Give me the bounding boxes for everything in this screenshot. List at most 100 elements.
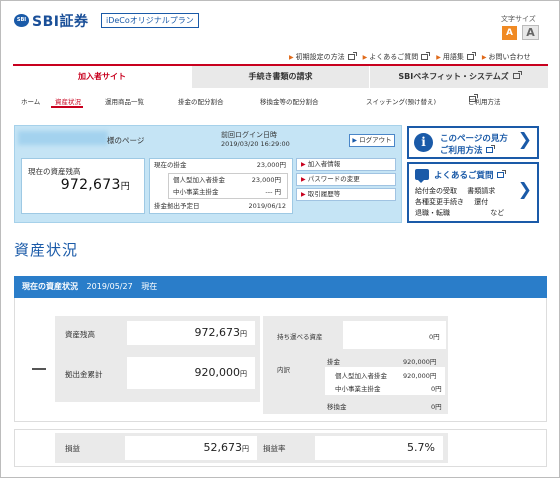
caret-right-icon: ▶ (436, 53, 441, 61)
personal-value: 920,000円 (403, 372, 437, 380)
asset-status-area: 資産残高 972,673円 拠出金累計 920,000円 持ち運べる資産 0円 … (14, 298, 547, 422)
member-info-link[interactable]: ▶ 加入者情報 (296, 158, 396, 171)
faq-line: 退職・転職 など (415, 208, 504, 218)
tab-sbi-benefit[interactable]: SBIベネフィット・システムズ (369, 66, 548, 88)
personal-label: 個人型加入者掛金 (335, 372, 387, 380)
sbi-logo[interactable]: SBI証券 (32, 11, 88, 31)
kakekin-value: 920,000円 (403, 358, 437, 366)
portable-label: 持ち運べる資産 (277, 333, 323, 341)
font-size-large-button[interactable]: A (522, 25, 539, 40)
faq-item: 各種変更手続き (415, 198, 464, 206)
last-login-value: 2019/03/20 16:29:00 (221, 140, 290, 148)
section-header: 現在の資産状況 2019/05/27 現在 (14, 276, 547, 298)
gain-value: 52,673円 (125, 436, 257, 460)
speech-bubble-icon (415, 169, 429, 183)
util-link-label: 初期設定の方法 (295, 53, 345, 61)
faq-line: 各種変更手続き 還付 (415, 197, 488, 207)
logout-button[interactable]: ▶ ログアウト (349, 134, 395, 147)
asset-breakdown-table: 持ち運べる資産 0円 内訳 掛金 920,000円 個人型加入者掛金 920,0… (263, 316, 448, 414)
faq-title-label: よくあるご質問 (434, 171, 494, 181)
yen-unit: 円 (240, 330, 247, 338)
util-link-contact[interactable]: ▶ お問い合わせ (482, 52, 531, 62)
guide-subtitle: ご利用方法 (440, 144, 496, 156)
faq-line: 給付金の受取 書類請求 (415, 186, 495, 196)
account-page-title: 様のページ (107, 136, 145, 145)
contrib-row: 現在の掛金 23,000円 (150, 159, 292, 172)
smb-label: 中小事業主掛金 (335, 385, 381, 393)
chevron-right-icon: ❯ (517, 130, 532, 150)
asset-balance-label: 資産残高 (65, 330, 95, 339)
subnav-asset-status[interactable]: 資産状況 (55, 96, 81, 106)
faq-title: よくあるご質問 (434, 169, 507, 181)
sbi-logo-icon[interactable]: SBI (14, 14, 29, 27)
caret-right-icon: ▶ (301, 191, 306, 198)
history-link[interactable]: ▶ 取引履歴等 (296, 188, 396, 201)
breakdown-label: 内訳 (277, 366, 290, 374)
portable-value: 0円 (429, 333, 440, 341)
gain-rate-value: 5.7% (315, 436, 443, 460)
external-link-icon (347, 52, 357, 60)
tab-member-site[interactable]: 加入者サイト (13, 66, 191, 88)
subnav-product-list[interactable]: 運用商品一覧 (105, 96, 144, 106)
util-link-glossary[interactable]: ▶ 用語集 (436, 52, 476, 62)
info-icon: i (414, 133, 433, 152)
subnav-transfer-allocation[interactable]: 移換金等の配分割合 (260, 96, 319, 106)
contrib-total-amount: 920,000 (194, 366, 241, 379)
util-link-faq[interactable]: ▶ よくあるご質問 (362, 52, 431, 62)
font-size-small-button[interactable]: A (502, 26, 517, 40)
asset-amount: 972,673 (60, 177, 121, 193)
smb-value: --- 円 (265, 188, 281, 196)
collapse-icon[interactable] (32, 368, 46, 370)
link-label: 取引履歴等 (307, 190, 341, 198)
last-login-label: 前回ログイン日時 (221, 131, 277, 139)
external-link-icon (497, 170, 507, 178)
asset-balance-box: 現在の資産残高 972,673円 (21, 158, 145, 214)
link-label: パスワードの変更 (307, 175, 360, 183)
account-links: ▶ 加入者情報 ▶ パスワードの変更 ▶ 取引履歴等 (296, 158, 396, 203)
contrib-value: 23,000円 (256, 161, 286, 169)
subnav-home[interactable]: ホーム (21, 96, 40, 106)
caret-right-icon: ▶ (301, 161, 306, 168)
caret-right-icon: ▶ (352, 137, 358, 144)
guide-title: このページの見方 (440, 134, 508, 144)
asset-balance-amount: 972,673 (194, 326, 241, 339)
faq-item: 退職・転職 (415, 209, 450, 217)
external-link-icon (512, 71, 522, 79)
smb-label: 中小事業主掛金 (173, 188, 219, 196)
faq-item: 給付金の受取 (415, 187, 457, 195)
gain-label: 損益 (65, 444, 80, 453)
contrib-total-value: 920,000円 (127, 357, 255, 389)
transfer-value: 0円 (431, 403, 442, 411)
link-label: 加入者情報 (307, 160, 341, 168)
caret-right-icon: ▶ (289, 53, 294, 61)
tab-label: SBIベネフィット・システムズ (398, 72, 509, 81)
util-link-label: よくあるご質問 (369, 53, 419, 61)
yen-unit: 円 (240, 370, 247, 378)
contribution-table: 現在の掛金 23,000円 個人型加入者掛金 23,000円 中小事業主掛金 -… (149, 158, 293, 214)
caret-right-icon: ▶ (362, 53, 368, 61)
contrib-breakdown: 個人型加入者掛金 23,000円 中小事業主掛金 --- 円 (168, 173, 288, 199)
gain-amount: 52,673 (203, 441, 243, 454)
page-guide-banner[interactable]: i このページの見方 ご利用方法 ❯ (407, 126, 539, 159)
logout-label: ログアウト (359, 136, 392, 144)
yen-unit: 円 (120, 182, 130, 192)
subnav-contribution-allocation[interactable]: 掛金の配分割合 (178, 96, 224, 106)
contrib-total-label: 拠出金累計 (65, 370, 103, 379)
page-frame: SBI SBI証券 iDeCoオリジナルプラン 文字サイズ A A ▶ 初期設定… (0, 0, 560, 478)
main-nav: 加入者サイト 手続き書類の請求 SBIベネフィット・システムズ (13, 64, 548, 88)
subnav-switching[interactable]: スイッチング(預け替え) (366, 96, 436, 106)
kakekin-label: 掛金 (327, 358, 340, 366)
tab-document-request[interactable]: 手続き書類の請求 (191, 66, 369, 88)
faq-banner[interactable]: よくあるご質問 給付金の受取 書類請求 各種変更手続き 還付 退職・転職 など … (407, 162, 539, 223)
caret-right-icon: ▶ (481, 53, 487, 61)
asset-summary-table: 資産残高 972,673円 拠出金累計 920,000円 (55, 316, 260, 402)
transfer-label: 移換金 (327, 403, 347, 411)
asset-balance-value: 972,673円 (127, 321, 255, 345)
chevron-right-icon: ❯ (517, 180, 532, 200)
util-link-setup[interactable]: ▶ 初期設定の方法 (289, 52, 357, 62)
withdraw-value: 2019/06/12 (248, 202, 286, 210)
section-title: 現在の資産状況 (22, 282, 78, 291)
smb-row: 中小事業主掛金 --- 円 (169, 186, 287, 199)
section-suffix: 現在 (141, 282, 158, 291)
password-change-link[interactable]: ▶ パスワードの変更 (296, 173, 396, 186)
